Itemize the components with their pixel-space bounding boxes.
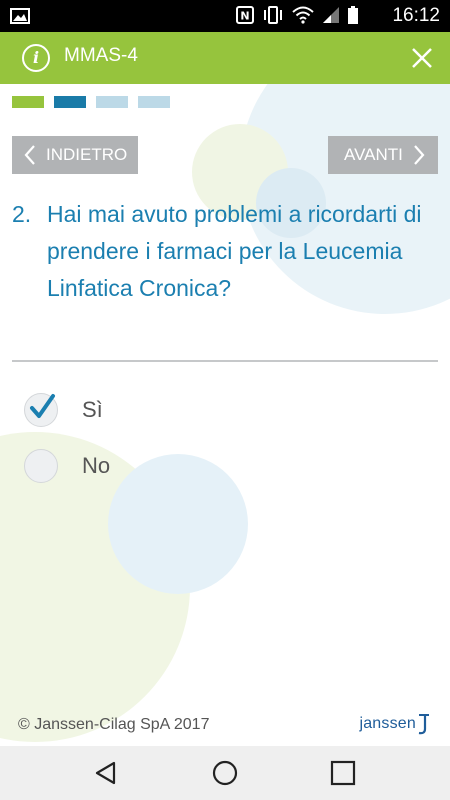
image-icon <box>10 8 30 24</box>
option-label: Sì <box>82 397 103 422</box>
back-button-label: INDIETRO <box>46 145 128 164</box>
progress-segment <box>96 96 128 108</box>
chevron-left-icon <box>24 145 35 165</box>
chevron-right-icon <box>414 145 425 165</box>
clock: 16:12 <box>392 5 440 26</box>
status-bar: N 16:12 <box>0 0 450 32</box>
back-icon[interactable] <box>92 758 122 788</box>
next-button-label: AVANTI <box>344 145 403 164</box>
nfc-icon: N <box>236 6 254 24</box>
vibrate-icon <box>264 6 282 24</box>
next-button[interactable]: AVANTI <box>328 136 438 174</box>
background-bubble <box>108 454 248 594</box>
system-navigation-bar <box>0 746 450 800</box>
battery-icon <box>348 6 358 24</box>
system-icons: N <box>236 6 358 24</box>
questionnaire-content: INDIETRO AVANTI 2. Hai mai avuto problem… <box>0 84 450 746</box>
question-number: 2. <box>12 201 32 227</box>
question-text: Hai mai avuto problemi a ricordarti di p… <box>47 201 422 301</box>
wifi-icon <box>292 6 314 24</box>
option-no[interactable]: No <box>24 448 110 484</box>
option-si[interactable]: Sì <box>24 392 103 428</box>
brand-name: janssen <box>359 715 416 732</box>
question: 2. Hai mai avuto problemi a ricordarti d… <box>12 196 432 307</box>
option-label: No <box>82 453 111 478</box>
radio-button[interactable] <box>24 449 58 483</box>
radio-button-checked[interactable] <box>24 393 58 427</box>
info-icon[interactable]: i <box>22 44 50 72</box>
divider <box>12 360 438 362</box>
close-icon[interactable] <box>408 44 436 72</box>
svg-text:N: N <box>240 10 249 23</box>
progress-segment <box>138 96 170 108</box>
home-icon[interactable] <box>210 758 240 788</box>
progress-indicator <box>12 96 170 108</box>
janssen-mark-icon <box>418 714 429 735</box>
progress-segment <box>12 96 44 108</box>
janssen-logo: janssen <box>359 712 432 736</box>
recents-icon[interactable] <box>328 758 358 788</box>
app-title: MMAS-4 <box>64 45 138 66</box>
copyright-text: © Janssen-Cilag SpA 2017 <box>18 716 210 733</box>
back-button[interactable]: INDIETRO <box>12 136 138 174</box>
app-bar: i MMAS-4 <box>0 32 450 84</box>
progress-segment <box>54 96 86 108</box>
checkmark-icon <box>30 394 55 418</box>
signal-icon <box>323 7 339 23</box>
